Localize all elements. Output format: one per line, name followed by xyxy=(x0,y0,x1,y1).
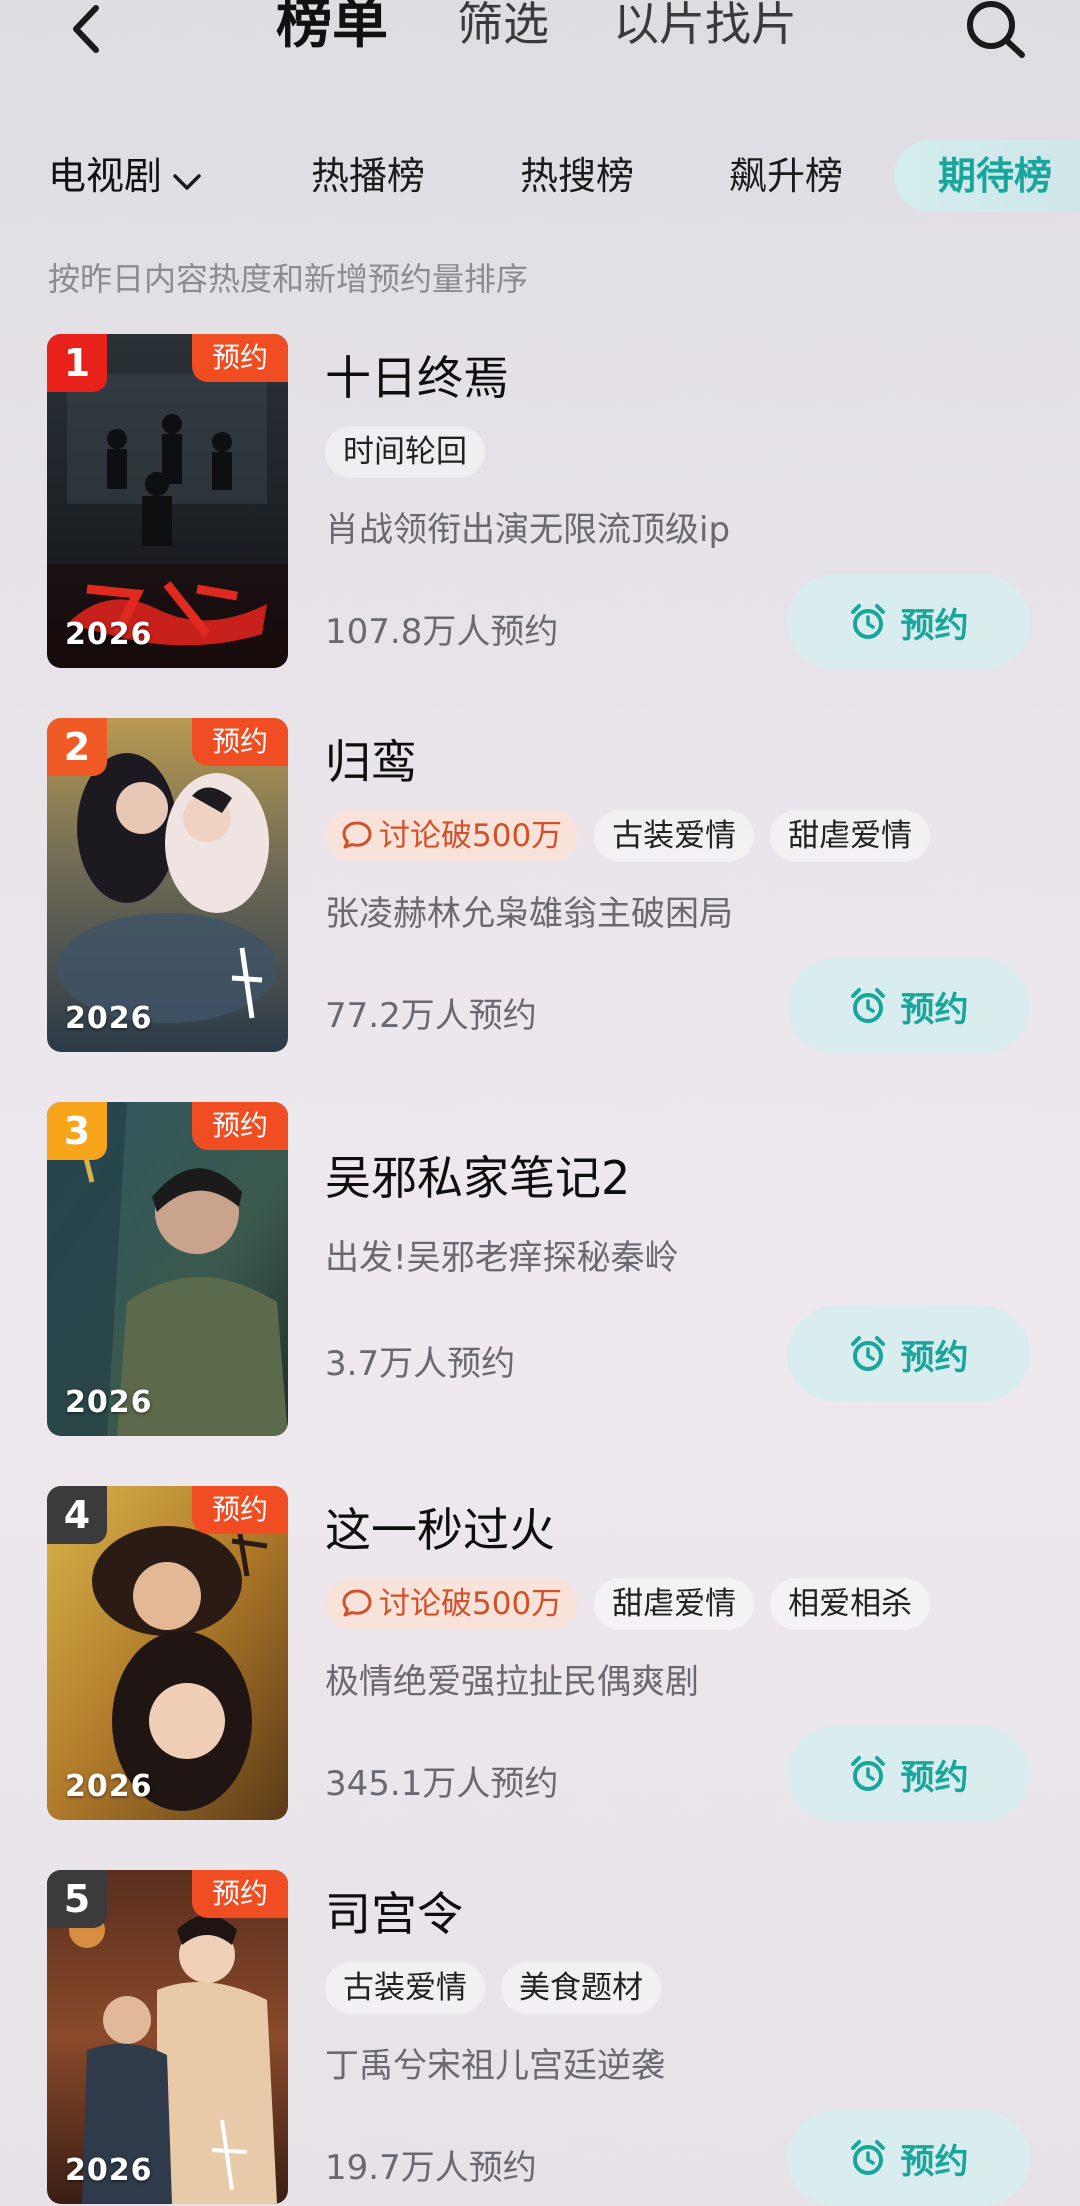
reserve-button[interactable]: 预约 xyxy=(787,1726,1030,1822)
sort-note: 按昨日内容热度和新增预约量排序 xyxy=(48,260,529,298)
chevron-left-icon xyxy=(73,5,99,53)
rank-badge: 1 xyxy=(47,334,107,392)
reserve-tag: 预约 xyxy=(192,1486,288,1534)
show-title[interactable]: 吴邪私家笔记2 xyxy=(325,1142,630,1208)
genre-tag[interactable]: 相爱相杀 xyxy=(770,1578,931,1630)
year-label: 2026 xyxy=(65,1385,153,1420)
alarm-clock-icon xyxy=(850,2140,885,2175)
alarm-clock-icon xyxy=(850,604,885,639)
reserve-tag: 预约 xyxy=(192,334,288,382)
chat-bubble-icon xyxy=(341,814,373,866)
show-description: 张凌赫林允枭雄翁主破困局 xyxy=(325,894,733,934)
poster[interactable]: 2 预约 2026 xyxy=(47,718,288,1052)
tab-rising[interactable]: 飙升榜 xyxy=(729,140,843,212)
rank-badge: 5 xyxy=(47,1870,107,1928)
show-title[interactable]: 归鸾 xyxy=(325,726,417,792)
poster[interactable]: 3 预约 2026 xyxy=(47,1102,288,1436)
list-item[interactable]: 3 预约 2026 吴邪私家笔记2 出发!吴邪老痒探秘秦岭 3.7万人预约 预约 xyxy=(0,1102,1080,1442)
alarm-clock-icon xyxy=(850,1336,885,1371)
search-button[interactable] xyxy=(964,0,1028,60)
reserve-tag: 预约 xyxy=(192,1102,288,1150)
show-description: 丁禹兮宋祖儿宫廷逆袭 xyxy=(325,2046,665,2086)
reserve-button-label: 预约 xyxy=(900,2141,969,2182)
genre-tag[interactable]: 甜虐爱情 xyxy=(594,1578,755,1630)
tab-hot-playing[interactable]: 热播榜 xyxy=(311,140,425,212)
reserve-button[interactable]: 预约 xyxy=(787,958,1030,1054)
poster[interactable]: 5 预约 2026 xyxy=(47,1870,288,2204)
discussion-badge[interactable]: 讨论破500万 xyxy=(325,810,579,862)
poster[interactable]: 4 预约 2026 xyxy=(47,1486,288,1820)
tag-list: 古装爱情 美食题材 xyxy=(325,1962,661,2014)
reserve-tag: 预约 xyxy=(192,718,288,766)
reservation-count: 107.8万人预约 xyxy=(325,612,559,652)
genre-tag[interactable]: 时间轮回 xyxy=(325,426,485,478)
year-label: 2026 xyxy=(65,2153,153,2188)
list-item[interactable]: 4 预约 2026 这一秒过火 讨论破500万 甜虐爱情 相爱相杀 极情绝爱强拉… xyxy=(0,1486,1080,1826)
tag-list: 讨论破500万 古装爱情 甜虐爱情 xyxy=(325,810,931,862)
show-title[interactable]: 十日终焉 xyxy=(325,342,509,408)
category-tabs: 电视剧 热播榜 热搜榜 飙升榜 期待榜 xyxy=(0,140,1080,212)
reservation-count: 3.7万人预约 xyxy=(325,1344,516,1384)
reserve-button-label: 预约 xyxy=(900,989,969,1030)
reservation-count: 77.2万人预约 xyxy=(325,996,537,1036)
reserve-tag: 预约 xyxy=(192,1870,288,1918)
genre-tag[interactable]: 古装爱情 xyxy=(325,1962,485,2014)
back-button[interactable] xyxy=(62,0,112,60)
tab-ranking[interactable]: 榜单 xyxy=(276,0,388,54)
reserve-button-label: 预约 xyxy=(900,1337,969,1378)
reservation-count: 345.1万人预约 xyxy=(325,1764,559,1804)
reserve-button-label: 预约 xyxy=(900,1757,969,1798)
type-selector-label: 电视剧 xyxy=(48,154,163,198)
reserve-button[interactable]: 预约 xyxy=(787,1306,1030,1402)
reservation-count: 19.7万人预约 xyxy=(325,2148,537,2188)
rank-badge: 3 xyxy=(47,1102,107,1160)
tab-anticipated[interactable]: 期待榜 xyxy=(894,140,1080,212)
tag-list: 讨论破500万 甜虐爱情 相爱相杀 xyxy=(325,1578,931,1630)
top-bar: 榜单 筛选 以片找片 xyxy=(0,0,1080,60)
search-icon xyxy=(967,1,1025,58)
show-description: 出发!吴邪老痒探秘秦岭 xyxy=(325,1238,679,1278)
rank-badge: 4 xyxy=(47,1486,107,1544)
list-item[interactable]: 2 预约 2026 归鸾 讨论破500万 古装爱情 甜虐爱情 张凌赫林允枭雄翁主… xyxy=(0,718,1080,1058)
poster[interactable]: 1 预约 2026 xyxy=(47,334,288,668)
genre-tag[interactable]: 美食题材 xyxy=(501,1962,661,2014)
list-item[interactable]: 5 预约 2026 司宫令 古装爱情 美食题材 丁禹兮宋祖儿宫廷逆袭 19.7万… xyxy=(0,1870,1080,2206)
list-item[interactable]: 1 预约 2026 十日终焉 时间轮回 肖战领衔出演无限流顶级ip 107.8万… xyxy=(0,334,1080,674)
rank-badge: 2 xyxy=(47,718,107,776)
show-description: 肖战领衔出演无限流顶级ip xyxy=(325,510,731,550)
show-description: 极情绝爱强拉扯民偶爽剧 xyxy=(325,1662,699,1702)
discussion-badge-label: 讨论破500万 xyxy=(379,818,563,854)
chevron-down-icon xyxy=(172,143,202,215)
year-label: 2026 xyxy=(65,617,153,652)
tab-filter[interactable]: 筛选 xyxy=(457,0,549,54)
chat-bubble-icon xyxy=(341,1582,373,1634)
discussion-badge[interactable]: 讨论破500万 xyxy=(325,1578,579,1630)
discussion-badge-label: 讨论破500万 xyxy=(379,1586,563,1622)
genre-tag[interactable]: 甜虐爱情 xyxy=(770,810,931,862)
show-title[interactable]: 司宫令 xyxy=(325,1878,463,1944)
alarm-clock-icon xyxy=(850,988,885,1023)
type-selector[interactable]: 电视剧 xyxy=(48,140,202,212)
tag-list: 时间轮回 xyxy=(325,426,485,478)
reserve-button-label: 预约 xyxy=(900,605,969,646)
reserve-button[interactable]: 预约 xyxy=(787,574,1030,670)
tab-hot-search[interactable]: 热搜榜 xyxy=(520,140,634,212)
year-label: 2026 xyxy=(65,1001,153,1036)
reserve-button[interactable]: 预约 xyxy=(787,2110,1030,2206)
alarm-clock-icon xyxy=(850,1756,885,1791)
year-label: 2026 xyxy=(65,1769,153,1804)
tab-find-by-clip[interactable]: 以片找片 xyxy=(613,0,797,54)
genre-tag[interactable]: 古装爱情 xyxy=(594,810,755,862)
show-title[interactable]: 这一秒过火 xyxy=(325,1494,555,1560)
